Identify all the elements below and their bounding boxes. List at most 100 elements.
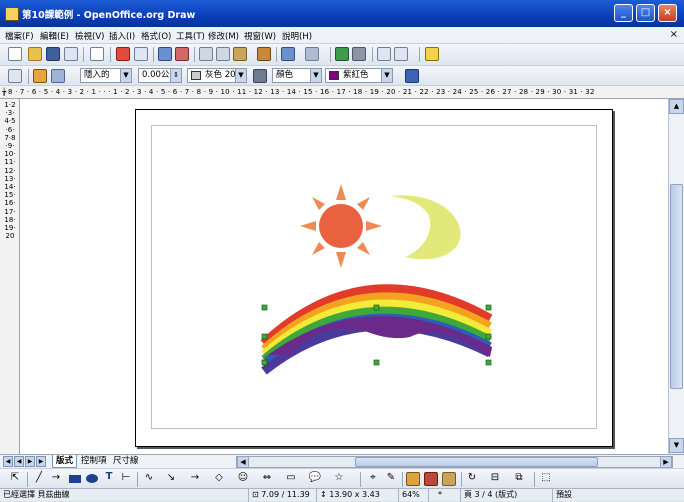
- line-tool-icon[interactable]: ╱: [33, 471, 45, 485]
- flowchart-icon[interactable]: ▭: [284, 471, 298, 485]
- handle-middle-left[interactable]: [261, 333, 268, 340]
- shadow-icon[interactable]: [405, 69, 419, 83]
- dimension-line-icon[interactable]: ⊢: [119, 471, 133, 485]
- first-tab-icon[interactable]: ◀: [3, 456, 13, 467]
- zoom-level[interactable]: 64%: [398, 489, 426, 502]
- area-style-select[interactable]: 顏色 ▼: [272, 68, 322, 83]
- navigator-icon[interactable]: [377, 47, 391, 61]
- export-pdf-icon[interactable]: [116, 47, 130, 61]
- arrange-icon[interactable]: ⧉: [512, 471, 526, 485]
- crescent-moon[interactable]: [390, 195, 461, 260]
- tab-dimension-lines[interactable]: 尺寸線: [110, 455, 142, 468]
- email-icon[interactable]: [64, 47, 78, 61]
- scroll-right-icon[interactable]: ▶: [660, 456, 672, 468]
- line-arrow-tool-icon[interactable]: →: [49, 471, 63, 485]
- handle-bottom-center[interactable]: [373, 359, 380, 366]
- maximize-button[interactable]: □: [636, 4, 655, 22]
- chevron-down-icon: ▼: [120, 69, 131, 82]
- line-width-field[interactable]: 0.00公分 ⇕: [138, 68, 182, 83]
- menu-modify[interactable]: 修改(M): [208, 30, 239, 42]
- clone-formatting-icon[interactable]: [257, 47, 271, 61]
- line-color-select[interactable]: 灰色 20% ▼: [187, 68, 247, 83]
- vertical-scrollbar[interactable]: ▲ ▼: [668, 99, 684, 454]
- points-icon[interactable]: ⌖: [366, 471, 380, 485]
- tab-controls[interactable]: 控制項: [78, 455, 110, 468]
- basic-shapes-icon[interactable]: ◇: [212, 471, 226, 485]
- next-tab-icon[interactable]: ▶: [25, 456, 35, 467]
- menu-insert[interactable]: 插入(I): [109, 30, 135, 42]
- lines-arrows-icon[interactable]: →: [188, 471, 202, 485]
- cut-icon[interactable]: [199, 47, 213, 61]
- tab-layout[interactable]: 版式: [52, 455, 78, 468]
- menu-format[interactable]: 格式(O): [141, 30, 171, 42]
- text-tool-icon[interactable]: T: [102, 470, 116, 484]
- menu-file[interactable]: 檔案(F): [5, 30, 34, 42]
- callouts-icon[interactable]: 💬: [308, 471, 322, 485]
- extrusion-toggle-icon[interactable]: ⬚: [539, 471, 553, 485]
- open-folder-icon[interactable]: [28, 47, 42, 61]
- curve-tool-icon[interactable]: ∿: [142, 471, 156, 485]
- area-color-select[interactable]: 紫紅色 ▼: [325, 68, 393, 83]
- toolbar-separator: [137, 472, 138, 487]
- menu-view[interactable]: 檢視(V): [75, 30, 104, 42]
- connector-tool-icon[interactable]: ↘: [164, 471, 178, 485]
- handle-top-center[interactable]: [373, 304, 380, 311]
- handle-top-right[interactable]: [485, 304, 492, 311]
- sun-disc[interactable]: [319, 204, 363, 248]
- area-fill-icon[interactable]: [253, 69, 267, 83]
- vertical-ruler[interactable]: 1·2·3·4·5·6·7·8·9·10·11·12·13·14·15·16·1…: [0, 99, 20, 454]
- scroll-up-icon[interactable]: ▲: [669, 99, 684, 114]
- block-arrows-icon[interactable]: ⇔: [260, 471, 274, 485]
- horizontal-ruler[interactable]: ╆ 8 · 7 · 6 · 5 · 4 · 3 · 2 · 1 · · · 1 …: [0, 86, 684, 99]
- glue-points-icon[interactable]: ✎: [384, 471, 398, 485]
- handle-bottom-left[interactable]: [261, 359, 268, 366]
- horizontal-scroll-thumb[interactable]: [355, 457, 598, 467]
- page-style[interactable]: 預設: [552, 489, 602, 502]
- menu-window[interactable]: 視窗(W): [244, 30, 276, 42]
- horizontal-scrollbar[interactable]: ◀ ▶: [236, 456, 673, 468]
- copy-icon[interactable]: [216, 47, 230, 61]
- gallery-icon[interactable]: [442, 472, 456, 486]
- last-tab-icon[interactable]: ▶: [36, 456, 46, 467]
- paste-icon[interactable]: [233, 47, 247, 61]
- redo-icon[interactable]: [305, 47, 319, 61]
- select-arrow-icon[interactable]: ⇱: [8, 471, 22, 485]
- new-document-icon[interactable]: [8, 47, 22, 61]
- line-properties-icon[interactable]: [33, 69, 47, 83]
- handle-top-left[interactable]: [261, 304, 268, 311]
- spellcheck-icon[interactable]: [158, 47, 172, 61]
- arrow-style-icon[interactable]: [51, 69, 65, 83]
- minimize-button[interactable]: _: [614, 4, 633, 22]
- menu-tools[interactable]: 工具(T): [176, 30, 205, 42]
- handle-middle-right[interactable]: [485, 333, 492, 340]
- vertical-scroll-thumb[interactable]: [670, 184, 683, 389]
- undo-icon[interactable]: [281, 47, 295, 61]
- align-icon[interactable]: ⊟: [488, 471, 502, 485]
- fontwork-icon[interactable]: [406, 472, 420, 486]
- zoom-icon[interactable]: [394, 47, 408, 61]
- rotate-icon[interactable]: ↻: [465, 471, 479, 485]
- chart-icon[interactable]: [335, 47, 349, 61]
- line-style-select[interactable]: 隱入的 ▼: [80, 68, 132, 83]
- ellipse-tool-icon[interactable]: [86, 474, 98, 483]
- document-close-icon[interactable]: ×: [670, 29, 678, 40]
- print-icon[interactable]: [134, 47, 148, 61]
- scroll-left-icon[interactable]: ◀: [237, 456, 249, 468]
- rectangle-tool-icon[interactable]: [69, 475, 81, 483]
- stars-icon[interactable]: ☆: [332, 471, 346, 485]
- help-icon[interactable]: [425, 47, 439, 61]
- tab-stop-icon[interactable]: ╆: [2, 86, 6, 98]
- show-draw-functions-icon[interactable]: [352, 47, 366, 61]
- menu-edit[interactable]: 編輯(E): [40, 30, 69, 42]
- save-icon[interactable]: [46, 47, 60, 61]
- close-button[interactable]: ×: [658, 4, 677, 22]
- menu-help[interactable]: 說明(H): [282, 30, 312, 42]
- previous-tab-icon[interactable]: ◀: [14, 456, 24, 467]
- handle-bottom-right[interactable]: [485, 359, 492, 366]
- styles-formatting-icon[interactable]: [8, 69, 22, 83]
- scroll-down-icon[interactable]: ▼: [669, 438, 684, 453]
- edit-file-icon[interactable]: [90, 47, 104, 61]
- from-file-icon[interactable]: [424, 472, 438, 486]
- autospellcheck-icon[interactable]: [175, 47, 189, 61]
- symbol-shapes-icon[interactable]: ☺: [236, 471, 250, 485]
